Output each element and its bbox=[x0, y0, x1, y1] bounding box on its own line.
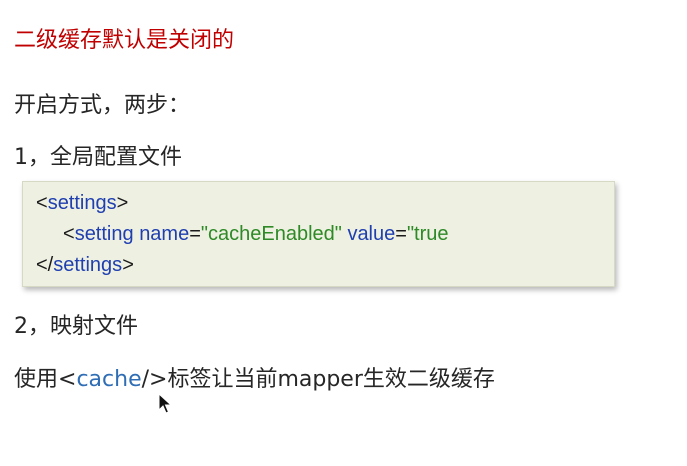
inline-code-close: /> bbox=[141, 367, 168, 392]
step-1-global-config: 1，全局配置文件 bbox=[14, 145, 182, 170]
enable-steps-intro: 开启方式，两步： bbox=[14, 93, 191, 118]
slide: 二级缓存默认是关闭的 开启方式，两步： 1，全局配置文件 <settings> … bbox=[0, 0, 687, 466]
code-line-settings-close: </settings> bbox=[36, 254, 134, 277]
code-bracket: > bbox=[122, 254, 134, 276]
code-attr-name: name bbox=[139, 223, 190, 245]
slide-title: 二级缓存默认是关闭的 bbox=[14, 28, 235, 53]
code-equals: = bbox=[189, 223, 201, 245]
code-line-setting: <setting name="cacheEnabled" value="true bbox=[63, 223, 449, 246]
code-tag-setting: setting bbox=[74, 223, 134, 245]
step-2-mapping-file: 2，映射文件 bbox=[14, 314, 138, 339]
code-attr-value-key: value bbox=[347, 223, 396, 245]
code-tag-settings-close: settings bbox=[53, 254, 123, 276]
inline-code-cache: cache bbox=[76, 367, 142, 392]
instruction-suffix: 标签让当前mapper生效二级缓存 bbox=[167, 367, 495, 392]
code-bracket: </ bbox=[36, 254, 54, 276]
code-attr-value-true: "true bbox=[406, 223, 449, 245]
mouse-pointer-icon bbox=[158, 393, 172, 414]
code-tag-settings: settings bbox=[47, 192, 117, 214]
settings-code-block: <settings> <setting name="cacheEnabled" … bbox=[22, 181, 615, 287]
code-bracket: < bbox=[36, 192, 48, 214]
code-bracket: < bbox=[63, 223, 75, 245]
instruction-prefix: 使用 bbox=[14, 367, 59, 392]
code-attr-value-cacheenabled: "cacheEnabled" bbox=[200, 223, 342, 245]
code-bracket: > bbox=[116, 192, 129, 214]
code-equals: = bbox=[395, 223, 407, 245]
inline-code-open: < bbox=[58, 367, 77, 392]
cache-tag-instruction: 使用<cache/>标签让当前mapper生效二级缓存 bbox=[14, 361, 495, 393]
code-line-settings-open: <settings> bbox=[36, 192, 128, 215]
